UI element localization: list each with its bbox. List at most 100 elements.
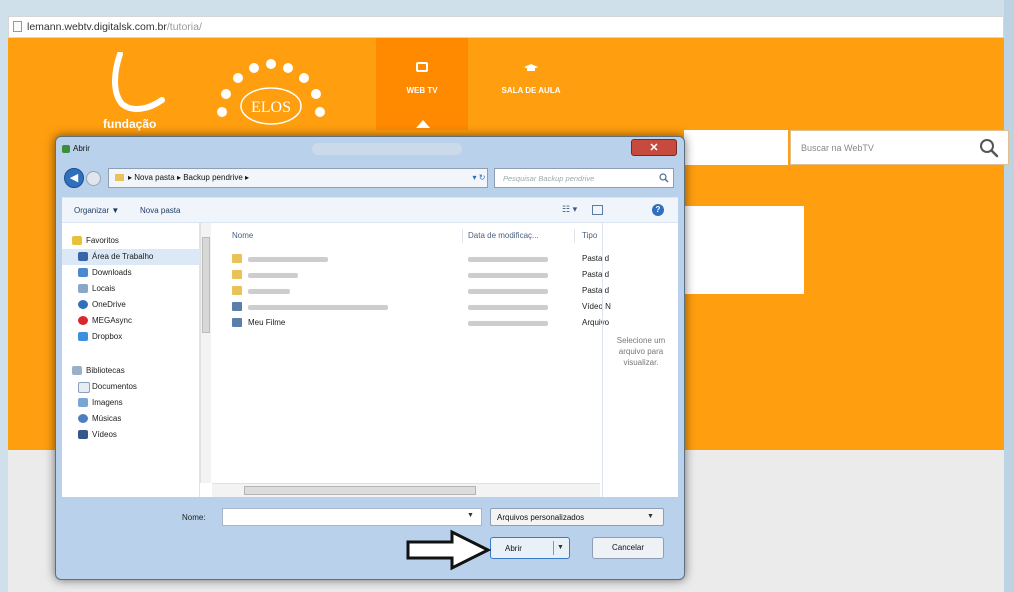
nav-item-label: Imagens bbox=[92, 398, 123, 407]
nav-item-videos[interactable]: Vídeos bbox=[62, 427, 200, 443]
video-file-icon bbox=[232, 318, 242, 327]
dropbox-icon bbox=[78, 332, 88, 341]
file-row[interactable]: Pasta d bbox=[212, 251, 609, 267]
column-header-name[interactable]: Nome bbox=[232, 231, 253, 240]
help-icon[interactable]: ? bbox=[652, 204, 664, 216]
graduation-cap-icon bbox=[524, 64, 538, 71]
site-search-input[interactable]: Buscar na WebTV bbox=[790, 130, 1009, 165]
scrollbar-thumb[interactable] bbox=[202, 237, 210, 333]
redacted-name bbox=[248, 305, 388, 310]
breadcrumb-item-nova-pasta[interactable]: Nova pasta bbox=[134, 173, 174, 182]
folder-path-box[interactable]: ▸ Nova pasta ▸ Backup pendrive ▸ bbox=[108, 168, 488, 188]
breadcrumb-item-backup[interactable]: Backup pendrive bbox=[183, 173, 243, 182]
nav-item-favoritos[interactable]: Favoritos bbox=[62, 233, 200, 249]
nav-item-label: Locais bbox=[92, 284, 116, 293]
nav-item-label: Downloads bbox=[92, 268, 132, 277]
new-folder-button[interactable]: Nova pasta bbox=[140, 206, 180, 215]
forward-button[interactable] bbox=[86, 171, 101, 186]
views-icon[interactable]: ☷ ▾ bbox=[562, 204, 577, 215]
tv-icon bbox=[416, 62, 428, 72]
file-type-select-value: Arquivos personalizados bbox=[497, 513, 585, 522]
open-button[interactable]: Abrir ▼ bbox=[490, 537, 570, 559]
nav-item-onedrive[interactable]: OneDrive bbox=[62, 297, 200, 313]
nav-item-locais[interactable]: Locais bbox=[62, 281, 200, 297]
logo-text: fundação bbox=[103, 117, 157, 131]
horizontal-scrollbar[interactable] bbox=[212, 483, 600, 497]
nav-item-label: OneDrive bbox=[92, 300, 126, 309]
nav-item-downloads[interactable]: Downloads bbox=[62, 265, 200, 281]
refresh-button[interactable]: ▾ ↻ bbox=[470, 168, 488, 188]
nav-item-bibliotecas[interactable]: Bibliotecas bbox=[62, 363, 200, 379]
open-button-label: Abrir bbox=[505, 544, 522, 553]
file-row[interactable]: Vídeo N bbox=[212, 299, 611, 315]
search-area-blank bbox=[684, 130, 788, 165]
preview-pane: Selecione um arquivo para visualizar. bbox=[602, 223, 678, 497]
libraries-icon bbox=[72, 366, 82, 375]
chevron-down-icon[interactable]: ▼ bbox=[467, 512, 474, 519]
folder-icon bbox=[115, 174, 124, 182]
search-icon[interactable] bbox=[979, 138, 999, 158]
column-header-type[interactable]: Tipo bbox=[582, 231, 597, 240]
app-icon bbox=[62, 145, 70, 153]
breadcrumb: ▸ Nova pasta ▸ Backup pendrive ▸ bbox=[115, 173, 249, 182]
nav-item-label: Favoritos bbox=[86, 236, 119, 245]
navigation-pane: Favoritos Área de Trabalho Downloads Loc… bbox=[62, 223, 200, 497]
redacted-date bbox=[468, 321, 548, 326]
redacted-date bbox=[468, 305, 548, 310]
column-separator bbox=[574, 229, 575, 243]
cancel-button[interactable]: Cancelar bbox=[592, 537, 664, 559]
file-row[interactable]: Pasta d bbox=[212, 267, 609, 283]
elos-logo-icon[interactable]: ELOS bbox=[196, 54, 346, 144]
nav-item-label: Área de Trabalho bbox=[92, 252, 154, 261]
places-icon bbox=[78, 284, 88, 293]
content-card bbox=[676, 206, 804, 294]
search-icon bbox=[659, 173, 669, 183]
elos-logo-text: ELOS bbox=[251, 99, 291, 116]
file-name-label: Nome: bbox=[182, 513, 206, 522]
music-icon bbox=[78, 414, 88, 423]
column-header-date[interactable]: Data de modificaç... bbox=[468, 231, 539, 240]
close-button[interactable]: ✕ bbox=[631, 139, 677, 156]
nav-item-megasync[interactable]: MEGAsync bbox=[62, 313, 200, 329]
blurred-title-area bbox=[312, 143, 462, 155]
redacted-date bbox=[468, 257, 548, 262]
nav-item-label: Bibliotecas bbox=[86, 366, 125, 375]
url-text[interactable]: lemann.webtv.digitalsk.com.br/tutoria/ bbox=[27, 21, 202, 33]
file-name: Meu Filme bbox=[248, 318, 286, 327]
file-row[interactable]: Meu Filme Arquivo bbox=[212, 315, 609, 331]
split-separator bbox=[553, 541, 554, 555]
redacted-name bbox=[248, 289, 290, 294]
desktop-icon bbox=[78, 252, 88, 261]
chevron-down-icon[interactable]: ▼ bbox=[557, 544, 564, 551]
star-icon bbox=[72, 236, 82, 245]
page-icon bbox=[13, 21, 22, 32]
nav-item-label: Dropbox bbox=[92, 332, 123, 341]
nav-tab-sala-de-aula[interactable]: SALA DE AULA bbox=[476, 38, 586, 130]
organize-button[interactable]: Organizar ▼ bbox=[74, 206, 119, 215]
nav-item-dropbox[interactable]: Dropbox bbox=[62, 329, 200, 345]
dialog-footer: Nome: ▼ Arquivos personalizados ▼ Abrir … bbox=[62, 499, 678, 577]
back-button[interactable]: ◀ bbox=[64, 168, 84, 188]
nav-tab-webtv-label: WEB TV bbox=[406, 86, 438, 95]
file-name-input[interactable]: ▼ bbox=[222, 508, 482, 526]
file-type-select[interactable]: Arquivos personalizados ▼ bbox=[490, 508, 664, 526]
nav-item-documentos[interactable]: Documentos bbox=[62, 379, 200, 395]
fundacao-logo-icon[interactable] bbox=[106, 52, 166, 114]
preview-pane-icon[interactable] bbox=[592, 205, 603, 215]
dialog-titlebar[interactable]: Abrir ✕ bbox=[56, 137, 684, 161]
file-list: Nome Data de modificaç... Tipo Pasta d P… bbox=[212, 223, 611, 483]
nav-tab-sala-label: SALA DE AULA bbox=[501, 86, 561, 95]
url-host: lemann.webtv.digitalsk.com.br bbox=[27, 21, 167, 33]
file-row[interactable]: Pasta d bbox=[212, 283, 609, 299]
folder-search-input[interactable]: Pesquisar Backup pendrive bbox=[494, 168, 674, 188]
scrollbar-thumb[interactable] bbox=[244, 486, 476, 495]
open-file-dialog: Abrir ✕ ◀ ▸ Nova pasta ▸ Backup pendrive… bbox=[55, 136, 685, 580]
address-bar[interactable]: lemann.webtv.digitalsk.com.br/tutoria/ bbox=[8, 16, 1004, 38]
nav-item-area-de-trabalho[interactable]: Área de Trabalho bbox=[62, 249, 200, 265]
nav-item-imagens[interactable]: Imagens bbox=[62, 395, 200, 411]
nav-item-musicas[interactable]: Músicas bbox=[62, 411, 200, 427]
documents-icon bbox=[78, 382, 90, 393]
navigation-scrollbar[interactable] bbox=[200, 223, 211, 483]
folder-icon bbox=[232, 254, 242, 263]
nav-tab-webtv[interactable]: WEB TV bbox=[376, 38, 468, 130]
